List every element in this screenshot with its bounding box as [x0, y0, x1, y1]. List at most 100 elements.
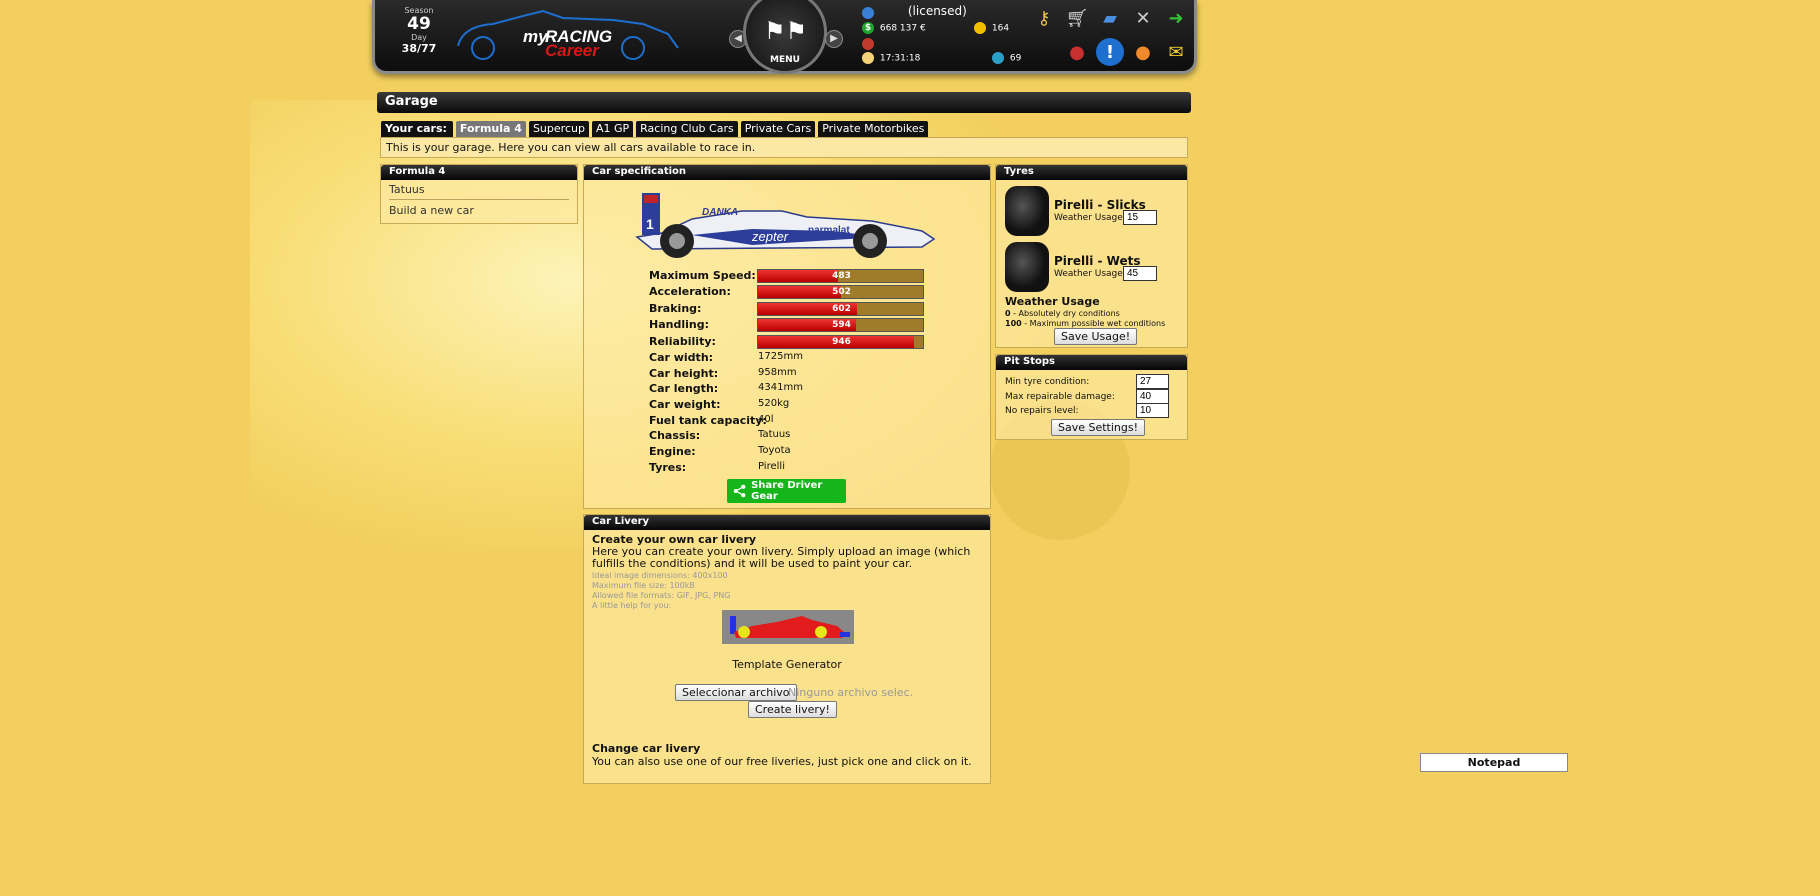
day-value: 38/77 — [401, 42, 437, 55]
stat-value: 502 — [832, 287, 851, 297]
menu-label: MENU — [770, 55, 800, 65]
stat-value: 602 — [832, 304, 851, 314]
driver-icon — [862, 38, 874, 50]
pit-stops-title: Pit Stops — [996, 355, 1187, 370]
book-icon[interactable]: ▰ — [1096, 4, 1124, 32]
tab-formula-4[interactable]: Formula 4 — [455, 121, 526, 137]
spec-value: Tatuus — [758, 429, 791, 440]
car-livery-panel: Car Livery Create your own car livery He… — [583, 514, 991, 784]
spec-label: Handling: — [649, 318, 709, 331]
spec-label: Braking: — [649, 302, 702, 315]
spec-value: 958mm — [758, 367, 797, 378]
car-number: 1 — [646, 216, 654, 232]
spec-label: Fuel tank capacity: — [649, 414, 767, 427]
stat-value: 483 — [832, 271, 851, 281]
points-value: 69 — [1009, 53, 1022, 64]
game-logo[interactable]: my RACING Career — [453, 6, 683, 62]
tools-icon[interactable]: ✕ — [1129, 4, 1157, 32]
pit-stops-panel: Pit Stops Min tyre condition: Max repair… — [995, 354, 1188, 440]
formula-panel-title: Formula 4 — [381, 165, 577, 180]
stat-value: 594 — [832, 320, 851, 330]
tyres-panel: Tyres Pirelli - Slicks Weather Usage: Pi… — [995, 164, 1188, 348]
car-spec-panel: Car specification 1 DANKA zepter parmala… — [583, 164, 991, 509]
mail-icon[interactable]: ✉ — [1162, 38, 1190, 66]
chat-icon[interactable]: ● — [1129, 38, 1157, 66]
choose-file-button[interactable]: Seleccionar archivo — [675, 684, 797, 701]
weather-dry-note: 0 - Absolutely dry conditions — [1005, 309, 1120, 318]
menu-button[interactable]: ⚑⚑ MENU — [743, 0, 827, 74]
share-label: Share Driver Gear — [751, 480, 823, 502]
livery-formats: Allowed file formats: GIF, JPG, PNG — [592, 591, 731, 600]
spec-label: Reliability: — [649, 335, 716, 348]
pit-label: Max repairable damage: — [1005, 392, 1115, 402]
spec-value: 1725mm — [758, 351, 803, 362]
formula-panel: Formula 4 Tatuus Build a new car — [380, 164, 578, 224]
pit-label: No repairs level: — [1005, 406, 1079, 416]
keys-icon[interactable]: ⚷ — [1030, 4, 1058, 32]
tab-private-motorbikes[interactable]: Private Motorbikes — [818, 121, 929, 137]
stat-bar: 483 — [757, 269, 924, 283]
spec-label: Tyres: — [649, 461, 687, 474]
change-livery-text: You can also use one of our free liverie… — [592, 755, 972, 768]
car-spec-title: Car specification — [584, 165, 990, 180]
stat-bar: 502 — [757, 285, 924, 299]
season-value: 49 — [407, 14, 431, 34]
car-sponsor-zepter: zepter — [751, 229, 789, 244]
tab-a1-gp[interactable]: A1 GP — [591, 121, 634, 137]
spec-label: Chassis: — [649, 429, 701, 442]
slick-tyre-image — [1005, 186, 1049, 236]
template-generator-link[interactable]: Template Generator — [584, 658, 990, 671]
tab-private-cars[interactable]: Private Cars — [740, 121, 816, 137]
top-header: Season 49 Day 38/77 my RACING Career ◀ ⚑… — [372, 0, 1197, 74]
stat-bar: 594 — [757, 318, 924, 332]
min-tyre-condition-input[interactable] — [1136, 374, 1169, 389]
change-livery-title: Change car livery — [592, 742, 701, 755]
share-driver-gear-button[interactable]: Share Driver Gear — [727, 479, 846, 503]
garage-info: This is your garage. Here you can view a… — [380, 137, 1188, 158]
build-new-car-link[interactable]: Build a new car — [381, 204, 577, 220]
save-usage-button[interactable]: Save Usage! — [1054, 328, 1138, 345]
dry-text: - Absolutely dry conditions — [1010, 309, 1120, 318]
spec-value: Pirelli — [758, 461, 785, 472]
wets-usage-input[interactable] — [1123, 266, 1157, 281]
license-status: (licensed) — [907, 4, 967, 18]
spec-label: Acceleration: — [649, 285, 731, 298]
logout-icon[interactable]: ➜ — [1162, 4, 1190, 32]
save-settings-button[interactable]: Save Settings! — [1051, 419, 1146, 436]
car-sponsor-danka: DANKA — [702, 207, 738, 218]
spec-label: Car height: — [649, 367, 719, 380]
slicks-usage-input[interactable] — [1123, 210, 1157, 225]
livery-dimensions: Ideal image dimensions: 400x100 — [592, 571, 728, 580]
coins-value: 164 — [991, 23, 1010, 34]
stat-bar: 946 — [757, 335, 924, 349]
user-icon — [862, 6, 874, 19]
create-livery-button[interactable]: Create livery! — [748, 701, 837, 718]
tab-racing-club-cars[interactable]: Racing Club Cars — [636, 121, 738, 137]
tabs-label: Your cars: — [381, 121, 453, 137]
tyre-usage-label: Weather Usage: — [1054, 213, 1126, 223]
notepad-button[interactable]: Notepad — [1420, 753, 1568, 772]
checkered-flags-icon: ⚑⚑ — [764, 17, 808, 45]
spec-label: Car width: — [649, 351, 714, 364]
max-repairable-damage-input[interactable] — [1136, 389, 1169, 404]
file-status: Ninguno archivo selec. — [788, 686, 914, 699]
stat-bar: 602 — [757, 302, 924, 316]
spec-value: 520kg — [758, 398, 790, 409]
coin-icon — [974, 22, 986, 34]
spec-value: 4341mm — [758, 382, 803, 393]
shopping-cart-icon[interactable]: 🛒︎ — [1063, 4, 1091, 32]
helmet-icon[interactable]: ● — [1063, 38, 1091, 66]
tyres-title: Tyres — [996, 165, 1187, 180]
car-image: 1 DANKA zepter parmalat — [635, 193, 936, 258]
wet-value: 100 — [1005, 319, 1022, 328]
no-repairs-level-input[interactable] — [1136, 403, 1169, 418]
alert-icon[interactable]: ! — [1096, 38, 1124, 66]
list-item-tatuus[interactable]: Tatuus — [381, 180, 577, 199]
menu-next-arrow-icon[interactable]: ▶ — [825, 30, 843, 48]
weather-usage-title: Weather Usage — [1005, 295, 1100, 308]
page-title: Garage — [377, 92, 1191, 113]
spec-value: Toyota — [758, 445, 791, 456]
divider — [389, 199, 569, 200]
tab-supercup[interactable]: Supercup — [528, 121, 589, 137]
livery-help: A little help for you: — [592, 601, 672, 610]
